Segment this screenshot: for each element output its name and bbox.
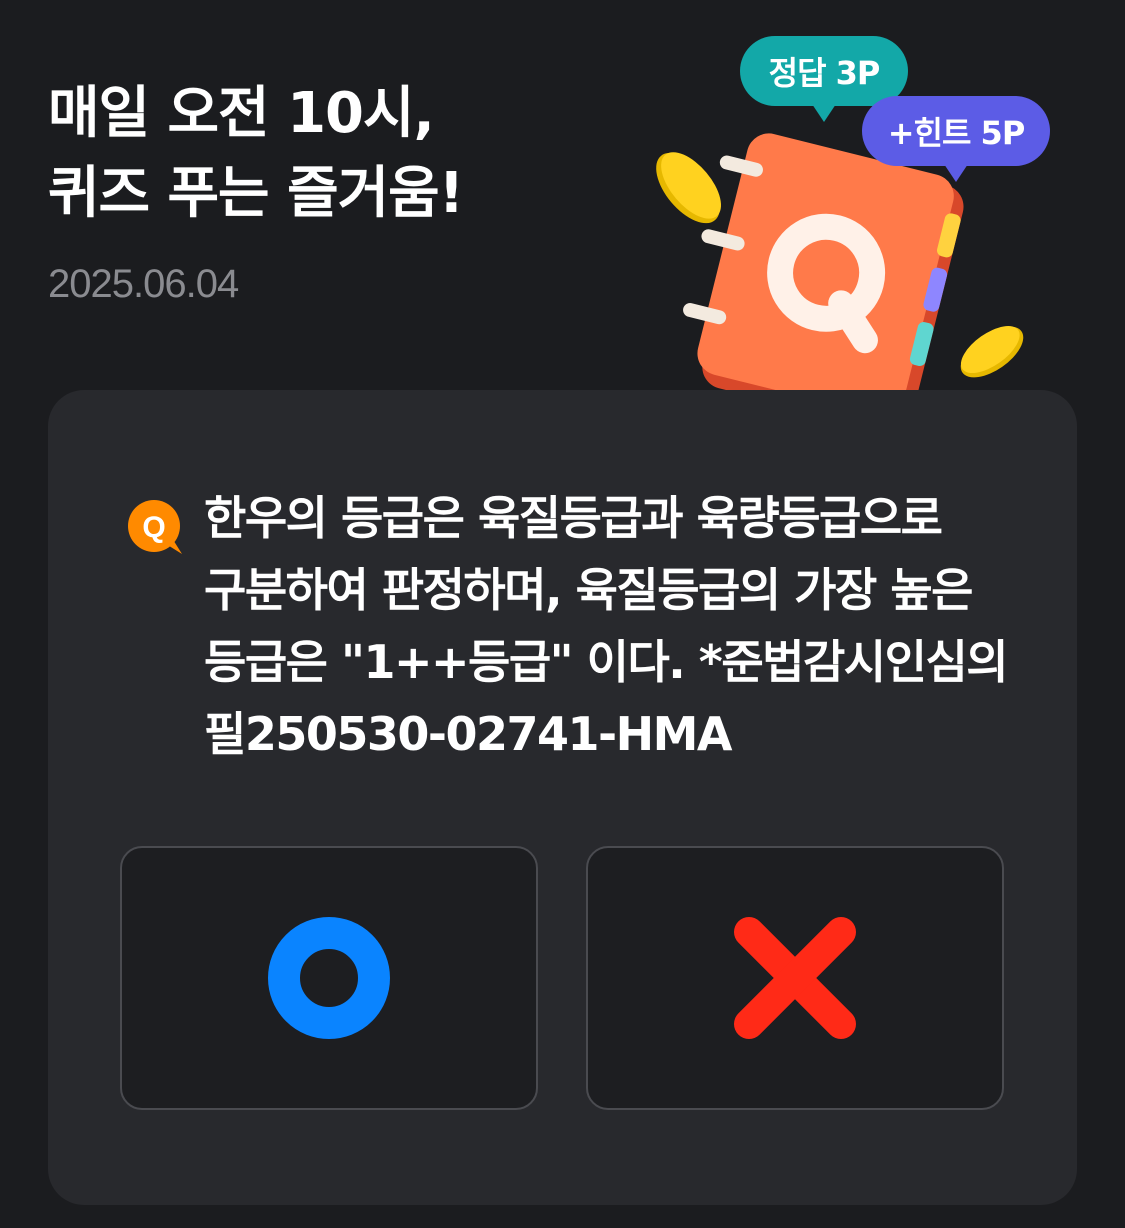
- hint-points-badge: +힌트 5P: [862, 96, 1050, 182]
- o-icon: [268, 917, 390, 1039]
- question-text: 한우의 등급은 육질등급과 육량등급으로 구분하여 판정하며, 육질등급의 가장…: [204, 482, 1024, 770]
- notebook-icon: [683, 133, 964, 431]
- quiz-date: 2025.06.04: [48, 262, 239, 306]
- question-line-3: 등급은 "1++등급" 이다. *준법감시인심의: [204, 635, 1009, 689]
- question-line-1: 한우의 등급은 육질등급과 육량등급으로: [204, 491, 943, 545]
- answer-x-button[interactable]: [586, 846, 1004, 1110]
- question-badge-icon: Q: [128, 500, 182, 554]
- quiz-card: Q 한우의 등급은 육질등급과 육량등급으로 구분하여 판정하며, 육질등급의 …: [48, 390, 1077, 1205]
- answer-options: [120, 846, 1004, 1110]
- quiz-illustration: 정답 3P +힌트 5P: [640, 30, 1080, 450]
- hint-points-label: +힌트 5P: [887, 114, 1026, 152]
- title-line-2: 퀴즈 푸는 즐거움!: [48, 161, 464, 226]
- page-title: 매일 오전 10시, 퀴즈 푸는 즐거움!: [48, 74, 464, 234]
- question-line-4: 필250530-02741-HMA: [204, 707, 732, 761]
- answer-points-label: 정답 3P: [768, 54, 881, 92]
- quiz-page: 매일 오전 10시, 퀴즈 푸는 즐거움! 2025.06.04 정답 3P +…: [0, 0, 1125, 1228]
- answer-o-button[interactable]: [120, 846, 538, 1110]
- question-badge-letter: Q: [142, 511, 165, 544]
- coin-left-icon: [656, 152, 721, 224]
- coin-right-icon: [960, 326, 1024, 378]
- title-line-1: 매일 오전 10시,: [48, 81, 435, 146]
- x-icon: [734, 917, 856, 1039]
- question-line-2: 구분하여 판정하며, 육질등급의 가장 높은: [204, 563, 973, 617]
- answer-points-badge: 정답 3P: [740, 36, 908, 122]
